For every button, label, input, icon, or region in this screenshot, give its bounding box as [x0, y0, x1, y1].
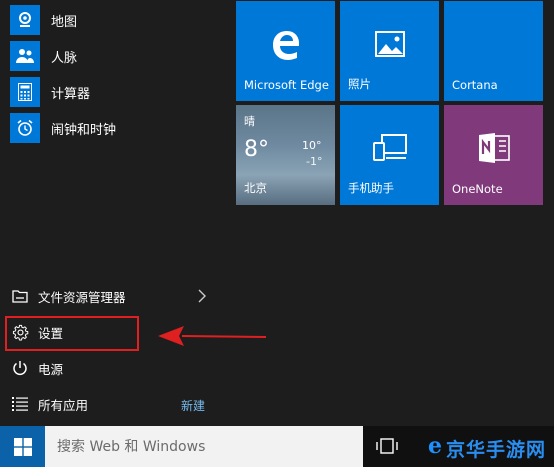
- red-arrow-annotation: [158, 326, 267, 346]
- app-label: 地图: [51, 14, 78, 30]
- new-badge[interactable]: 新建: [181, 397, 205, 414]
- file-explorer-label: 文件资源管理器: [38, 289, 126, 305]
- tile-label: OneNote: [452, 182, 503, 196]
- tile-cortana[interactable]: Cortana: [444, 1, 543, 101]
- weather-high: 10°: [302, 139, 322, 152]
- tile-edge[interactable]: Microsoft Edge: [236, 1, 335, 101]
- watermark-text: 京华手游网: [446, 439, 547, 461]
- tile-photos[interactable]: 照片: [340, 1, 439, 101]
- all-apps-item[interactable]: 所有应用: [10, 390, 88, 418]
- windows-logo-icon: [13, 437, 32, 456]
- tile-label: 北京: [244, 181, 267, 195]
- weather-low: -1°: [306, 155, 323, 168]
- chevron-right-icon[interactable]: [198, 289, 206, 303]
- edge-icon: [269, 27, 303, 65]
- tile-phone-companion[interactable]: 手机助手: [340, 105, 439, 205]
- people-icon: [10, 41, 40, 71]
- watermark-logo: e: [428, 433, 442, 459]
- power-label: 电源: [38, 361, 64, 377]
- power-icon: [10, 358, 30, 378]
- tile-label: 手机助手: [348, 181, 394, 195]
- search-box[interactable]: [45, 426, 363, 467]
- search-input[interactable]: [55, 436, 359, 458]
- folder-icon: [10, 286, 30, 306]
- task-view-icon[interactable]: [376, 436, 398, 456]
- app-label: 计算器: [51, 86, 91, 102]
- app-item-alarms[interactable]: 闹钟和时钟: [10, 112, 116, 144]
- onenote-icon: [477, 132, 511, 168]
- app-label: 闹钟和时钟: [51, 122, 117, 138]
- start-menu: 地图 人脉 计算器 闹钟和时钟 文件资源管理器 设置 电源 所有应用 新建 Mi…: [0, 0, 554, 426]
- power-item[interactable]: 电源: [10, 354, 63, 382]
- app-item-calculator[interactable]: 计算器: [10, 76, 90, 108]
- weather-temperature: 8°: [244, 137, 269, 162]
- tile-label: Microsoft Edge: [244, 78, 329, 92]
- tile-onenote[interactable]: OneNote: [444, 105, 543, 205]
- tile-weather[interactable]: 晴 8° 10° -1° 北京: [236, 105, 335, 205]
- weather-condition: 晴: [244, 115, 255, 128]
- app-item-people[interactable]: 人脉: [10, 40, 77, 72]
- file-explorer-item[interactable]: 文件资源管理器: [10, 282, 126, 310]
- app-label: 人脉: [51, 50, 78, 66]
- start-button[interactable]: [0, 426, 45, 467]
- tile-label: 照片: [348, 77, 371, 91]
- map-icon: [10, 5, 40, 35]
- phone-companion-icon: [372, 134, 408, 166]
- tile-label: Cortana: [452, 78, 498, 92]
- alarm-clock-icon: [10, 113, 40, 143]
- app-item-maps[interactable]: 地图: [10, 4, 77, 36]
- all-apps-label: 所有应用: [38, 397, 89, 413]
- list-icon: [10, 394, 30, 414]
- photos-icon: [374, 31, 405, 61]
- calculator-icon: [10, 77, 40, 107]
- settings-highlight-box: [5, 316, 139, 351]
